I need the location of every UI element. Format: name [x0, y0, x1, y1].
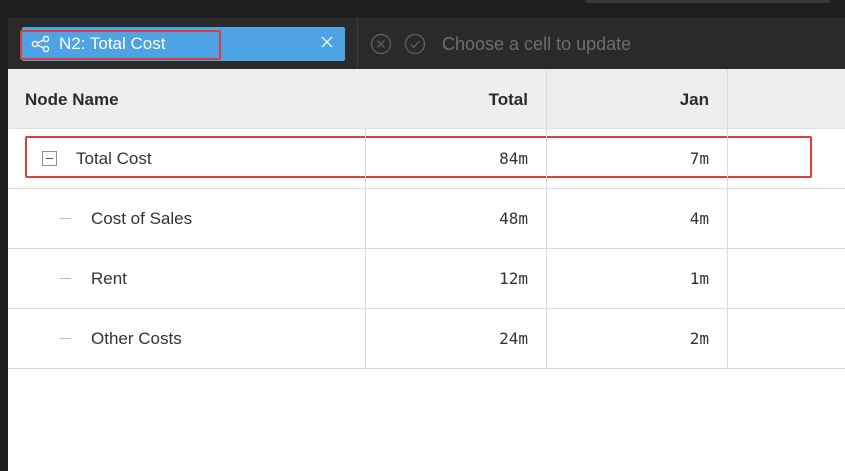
top-chrome	[0, 0, 845, 18]
column-divider	[727, 69, 728, 369]
table-row[interactable]: Other Costs 24m 2m	[8, 309, 845, 369]
node-table: Node Name Total Jan Total Cost 84m 7m Co…	[8, 69, 845, 369]
tree-leaf-dash	[60, 338, 71, 339]
table-header: Node Name Total Jan	[8, 69, 845, 129]
close-icon[interactable]	[319, 34, 335, 50]
node-chip-label: N2: Total Cost	[59, 34, 166, 53]
node-name-cell[interactable]: Total Cost	[76, 129, 152, 189]
total-cell[interactable]: 12m	[366, 249, 528, 309]
column-divider	[546, 69, 547, 369]
top-tab-edge	[585, 0, 830, 3]
table-row[interactable]: Rent 12m 1m	[8, 249, 845, 309]
left-chrome-edge	[0, 18, 8, 471]
formula-placeholder[interactable]: Choose a cell to update	[442, 34, 631, 55]
formula-bar: N2: Total Cost Choose a cell to update	[8, 18, 845, 70]
table-row[interactable]: Total Cost 84m 7m	[8, 129, 845, 189]
table-row[interactable]: Cost of Sales 48m 4m	[8, 189, 845, 249]
node-graph-icon	[31, 34, 51, 54]
check-circle-icon[interactable]	[404, 33, 426, 55]
cancel-circle-icon[interactable]	[370, 33, 392, 55]
tree-leaf-dash	[60, 278, 71, 279]
column-divider	[365, 129, 366, 369]
column-header-jan[interactable]: Jan	[547, 69, 709, 129]
node-chip[interactable]: N2: Total Cost	[20, 27, 345, 61]
column-header-node-name[interactable]: Node Name	[25, 69, 119, 129]
column-header-total[interactable]: Total	[366, 69, 528, 129]
collapse-minus-icon[interactable]	[42, 151, 57, 166]
jan-cell[interactable]: 4m	[547, 189, 709, 249]
formula-divider	[357, 19, 358, 70]
total-cell[interactable]: 24m	[366, 309, 528, 369]
jan-cell[interactable]: 1m	[547, 249, 709, 309]
total-cell[interactable]: 84m	[366, 129, 528, 189]
tree-leaf-dash	[60, 218, 71, 219]
node-name-cell[interactable]: Other Costs	[91, 309, 182, 369]
node-name-cell[interactable]: Cost of Sales	[91, 189, 192, 249]
node-name-cell[interactable]: Rent	[91, 249, 127, 309]
jan-cell[interactable]: 2m	[547, 309, 709, 369]
total-cell[interactable]: 48m	[366, 189, 528, 249]
jan-cell[interactable]: 7m	[547, 129, 709, 189]
